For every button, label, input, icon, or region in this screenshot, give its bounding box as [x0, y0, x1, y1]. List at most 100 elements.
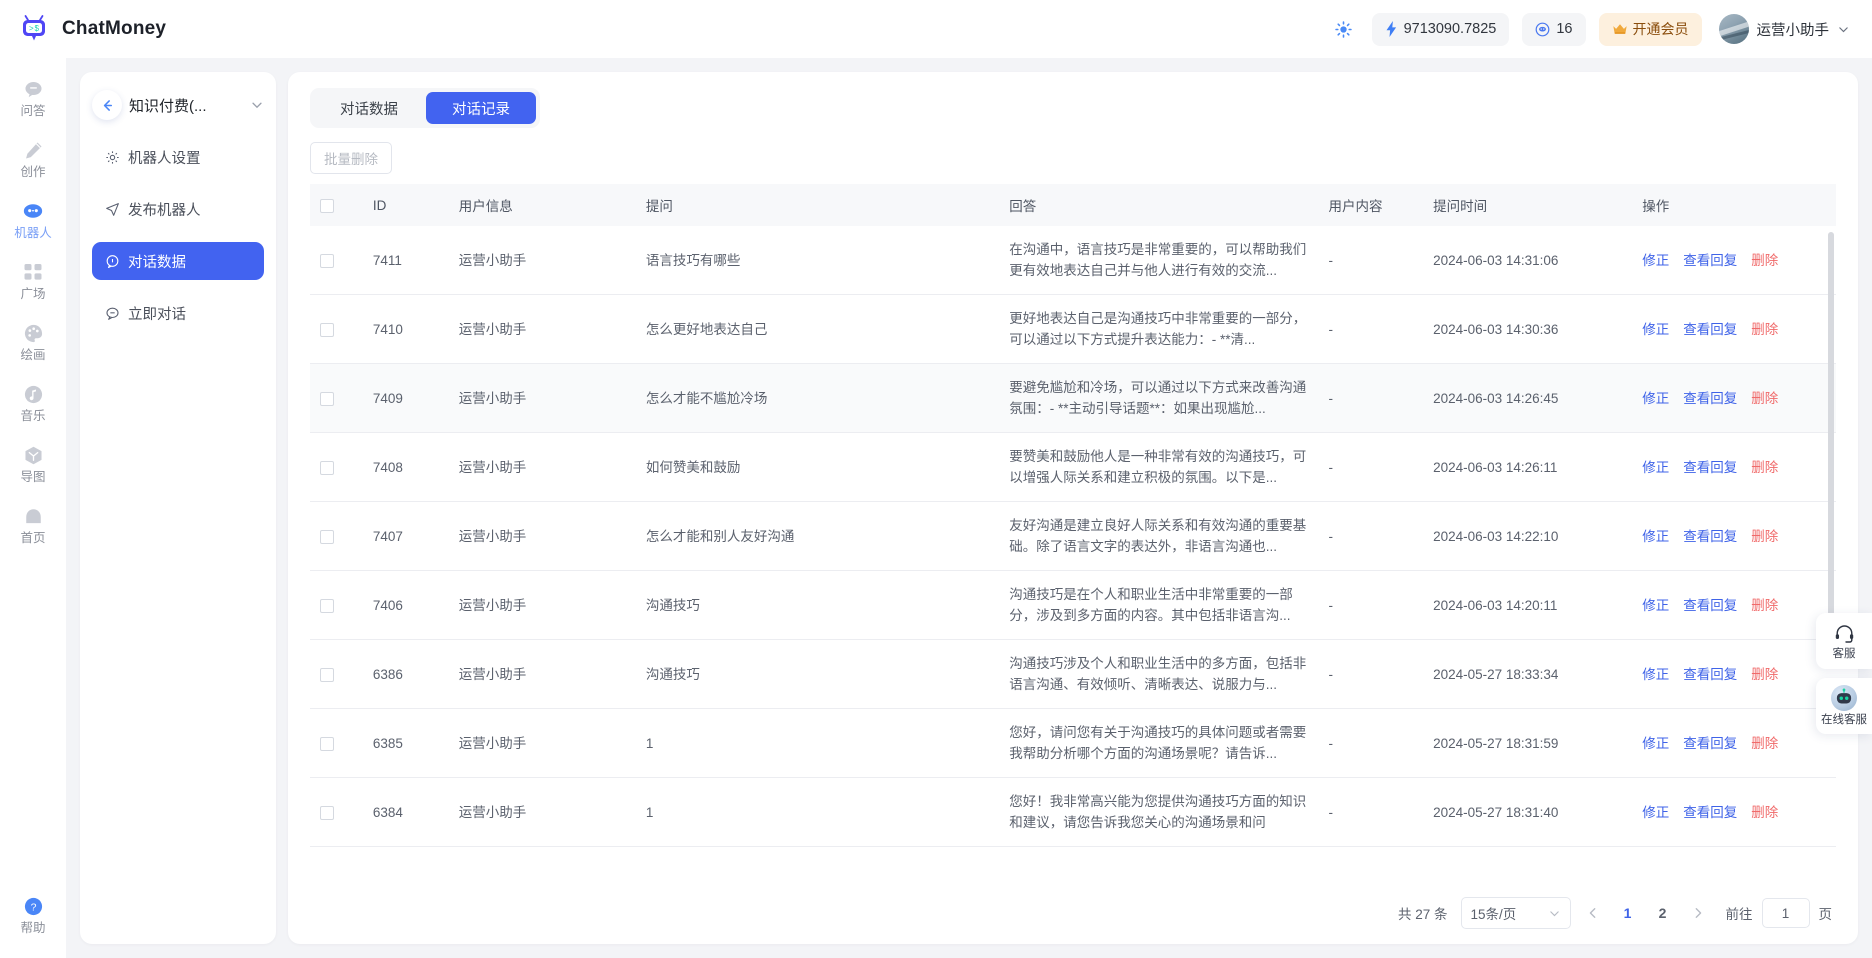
messages-pill[interactable]: 16	[1522, 12, 1586, 46]
sidebar-item-publish-robot[interactable]: 发布机器人	[92, 190, 264, 228]
user-menu[interactable]: 运营小助手	[1715, 14, 1851, 44]
table-row[interactable]: 7407 运营小助手 怎么才能和别人友好沟通 友好沟通是建立良好人际关系和有效沟通的重…	[310, 501, 1836, 571]
table-row[interactable]: 7409 运营小助手 怎么才能不尴尬冷场 要避免尴尬和冷场，可以通过以下方式来改善沟通…	[310, 363, 1836, 433]
sidebar-item-start-chat[interactable]: 立即对话	[92, 294, 264, 332]
row-checkbox[interactable]	[320, 460, 334, 475]
view-reply-link[interactable]: 查看回复	[1683, 388, 1737, 409]
row-checkbox[interactable]	[320, 598, 334, 613]
page-number-1[interactable]: 1	[1615, 898, 1641, 928]
delete-link[interactable]: 删除	[1751, 526, 1778, 547]
sidebar-item-conversation-data[interactable]: 对话数据	[92, 242, 264, 280]
batch-delete-button[interactable]: 批量删除	[310, 142, 392, 174]
delete-link[interactable]: 删除	[1751, 388, 1778, 409]
float-label: 客服	[1832, 647, 1856, 660]
cell-user-content: -	[1318, 432, 1424, 502]
sidebar-item-home[interactable]: 首页	[4, 497, 62, 552]
cell-time: 2024-05-27 18:31:40	[1423, 777, 1633, 847]
sidebar-item-help[interactable]: ? 帮助	[4, 887, 62, 942]
view-reply-link[interactable]: 查看回复	[1683, 526, 1737, 547]
table-row[interactable]: 7411 运营小助手 语言技巧有哪些 在沟通中，语言技巧是非常重要的，可以帮助我们更有…	[310, 226, 1836, 295]
view-reply-link[interactable]: 查看回复	[1683, 595, 1737, 616]
sidebar-item-robot[interactable]: 机器人	[4, 192, 62, 247]
edit-link[interactable]: 修正	[1642, 457, 1669, 478]
table-row[interactable]: 6386 运营小助手 沟通技巧 沟通技巧涉及个人和职业生活中的多方面，包括非语言沟通、…	[310, 639, 1836, 709]
delete-link[interactable]: 删除	[1751, 319, 1778, 340]
view-reply-link[interactable]: 查看回复	[1683, 319, 1737, 340]
sidebar-item-mindmap[interactable]: 导图	[4, 436, 62, 491]
delete-link[interactable]: 删除	[1751, 802, 1778, 823]
row-checkbox[interactable]	[320, 805, 334, 820]
cell-time: 2024-06-03 14:20:11	[1423, 570, 1633, 640]
svg-text:$: $	[35, 24, 40, 33]
col-header-question: 提问	[635, 184, 1000, 226]
edit-link[interactable]: 修正	[1642, 733, 1669, 754]
table-vertical-scrollbar[interactable]	[1828, 232, 1834, 662]
col-header-user-content: 用户内容	[1318, 184, 1424, 226]
edit-link[interactable]: 修正	[1642, 526, 1669, 547]
select-all-checkbox[interactable]	[320, 198, 334, 213]
records-table-area: ID 用户信息 提问 回答 用户内容 提问时间 操作 7411 运营小助手 语言…	[310, 184, 1836, 944]
view-reply-link[interactable]: 查看回复	[1683, 802, 1737, 823]
sidebar-item-create[interactable]: 创作	[4, 131, 62, 186]
row-checkbox[interactable]	[320, 253, 334, 268]
sun-icon[interactable]	[1329, 14, 1359, 44]
online-service-button[interactable]: 在线客服	[1816, 678, 1872, 734]
answer-text: 沟通技巧是在个人和职业生活中非常重要的一部分，涉及到多方面的内容。其中包括非语言…	[1009, 587, 1293, 623]
delete-link[interactable]: 删除	[1751, 595, 1778, 616]
col-header-id: ID	[362, 184, 449, 226]
edit-link[interactable]: 修正	[1642, 802, 1669, 823]
table-row[interactable]: 7406 运营小助手 沟通技巧 沟通技巧是在个人和职业生活中非常重要的一部分，涉及到多…	[310, 570, 1836, 640]
sidebar-item-label: 机器人设置	[128, 150, 201, 167]
col-header-actions: 操作	[1632, 184, 1836, 226]
tab-conversation-data[interactable]: 对话数据	[314, 92, 424, 124]
cell-question: 怎么才能不尴尬冷场	[635, 363, 1000, 433]
sidebar-item-draw[interactable]: 绘画	[4, 314, 62, 369]
page-number-2[interactable]: 2	[1650, 898, 1676, 928]
sidebar-item-qa[interactable]: 问答	[4, 70, 62, 125]
delete-link[interactable]: 删除	[1751, 457, 1778, 478]
delete-link[interactable]: 删除	[1751, 664, 1778, 685]
edit-link[interactable]: 修正	[1642, 250, 1669, 271]
table-row[interactable]: 7410 运营小助手 怎么更好地表达自己 更好地表达自己是沟通技巧中非常重要的一部分，…	[310, 294, 1836, 364]
view-reply-link[interactable]: 查看回复	[1683, 250, 1737, 271]
row-checkbox[interactable]	[320, 529, 334, 544]
balance-pill[interactable]: 9713090.7825	[1371, 12, 1510, 46]
chevron-left-icon[interactable]	[1580, 898, 1606, 928]
cell-id: 7407	[362, 501, 449, 571]
row-checkbox[interactable]	[320, 736, 334, 751]
table-row[interactable]: 7408 运营小助手 如何赞美和鼓励 要赞美和鼓励他人是一种非常有效的沟通技巧，可以增…	[310, 432, 1836, 502]
view-reply-link[interactable]: 查看回复	[1683, 733, 1737, 754]
row-checkbox[interactable]	[320, 667, 334, 682]
row-select-cell	[310, 639, 363, 709]
edit-link[interactable]: 修正	[1642, 595, 1669, 616]
sidebar-item-label: 广场	[20, 287, 46, 301]
row-checkbox[interactable]	[320, 322, 334, 337]
row-checkbox[interactable]	[320, 391, 334, 406]
pencil-icon	[22, 139, 44, 161]
select-all-header	[310, 184, 363, 226]
tab-conversation-records[interactable]: 对话记录	[426, 92, 536, 124]
brand-name: ChatMoney	[62, 18, 167, 39]
sidebar-item-music[interactable]: 音乐	[4, 375, 62, 430]
vip-button[interactable]: 开通会员	[1598, 12, 1702, 46]
view-reply-link[interactable]: 查看回复	[1683, 457, 1737, 478]
view-reply-link[interactable]: 查看回复	[1683, 664, 1737, 685]
sidebar-item-label: 创作	[20, 165, 46, 179]
back-button[interactable]	[92, 90, 122, 120]
delete-link[interactable]: 删除	[1751, 733, 1778, 754]
edit-link[interactable]: 修正	[1642, 319, 1669, 340]
cell-time: 2024-06-03 14:31:06	[1423, 226, 1633, 295]
table-row[interactable]: 6384 运营小助手 1 您好！我非常高兴能为您提供沟通技巧方面的知识和建议，请您告诉…	[310, 777, 1836, 847]
cell-time: 2024-06-03 14:26:11	[1423, 432, 1633, 502]
sidebar-item-square[interactable]: 广场	[4, 253, 62, 308]
chevron-down-icon[interactable]	[250, 98, 264, 112]
edit-link[interactable]: 修正	[1642, 388, 1669, 409]
edit-link[interactable]: 修正	[1642, 664, 1669, 685]
jump-page-input[interactable]	[1761, 898, 1810, 928]
sidebar-item-robot-settings[interactable]: 机器人设置	[92, 138, 264, 176]
customer-service-button[interactable]: 客服	[1816, 613, 1872, 669]
table-row[interactable]: 6385 运营小助手 1 您好，请问您有关于沟通技巧的具体问题或者需要我帮助分析哪个方…	[310, 708, 1836, 778]
delete-link[interactable]: 删除	[1751, 250, 1778, 271]
page-size-select[interactable]: 15条/页	[1460, 897, 1571, 929]
chevron-right-icon[interactable]	[1685, 898, 1711, 928]
